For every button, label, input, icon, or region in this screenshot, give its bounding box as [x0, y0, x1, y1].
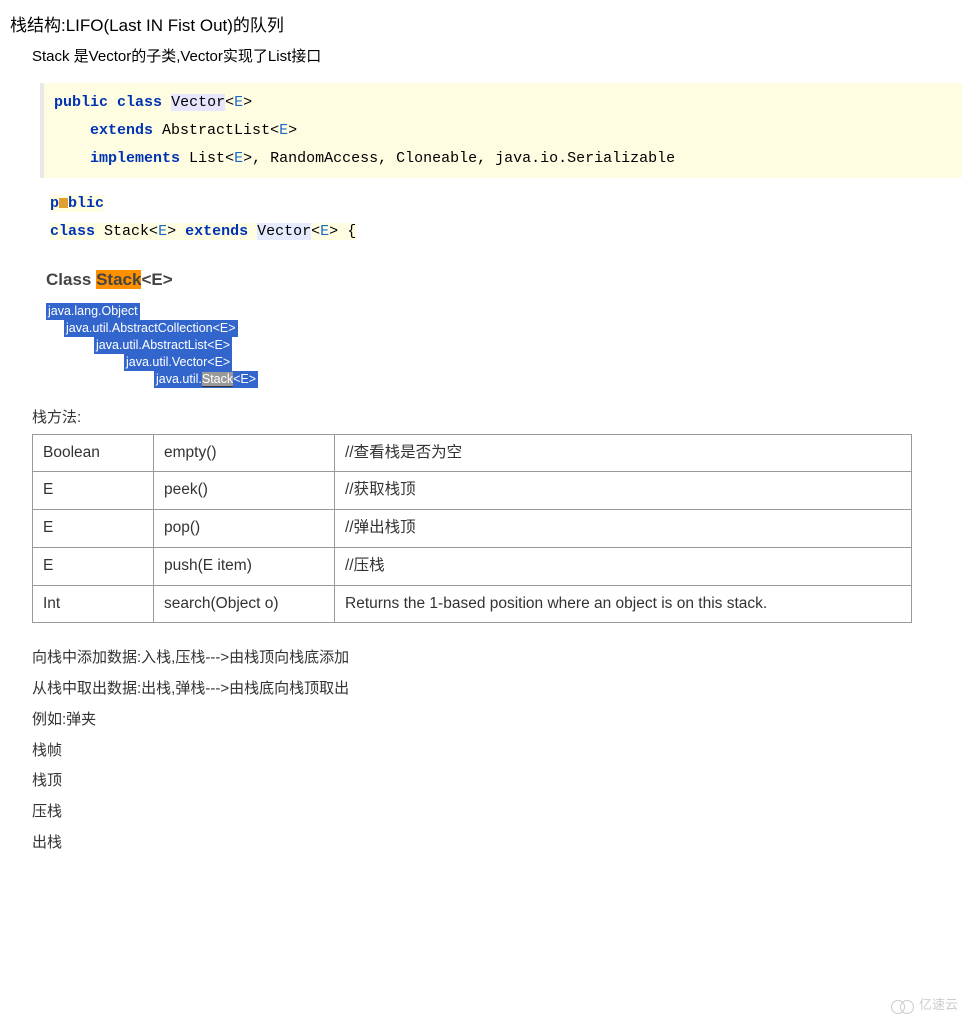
subheading: Stack 是Vector的子类,Vector实现了List接口: [32, 45, 962, 69]
kw-public: public: [54, 94, 108, 111]
type-vector2: Vector: [257, 223, 311, 240]
note-line: 出栈: [32, 828, 962, 859]
table-row: Intsearch(Object o)Returns the 1-based p…: [33, 585, 912, 623]
methods-label: 栈方法:: [32, 406, 962, 430]
note-line: 压栈: [32, 797, 962, 828]
table-row: Booleanempty()//查看栈是否为空: [33, 434, 912, 472]
code-block-vector: public class Vector<E> extends AbstractL…: [40, 83, 962, 178]
table-cell: //获取栈顶: [335, 472, 912, 510]
type-vector: Vector: [171, 94, 225, 111]
table-row: Epop()//弹出栈顶: [33, 510, 912, 548]
notes-block: 向栈中添加数据:入栈,压栈--->由栈顶向栈底添加从栈中取出数据:出栈,弹栈--…: [32, 643, 962, 858]
table-cell: empty(): [154, 434, 335, 472]
table-cell: //压栈: [335, 547, 912, 585]
generic-e: E: [279, 122, 288, 139]
kw-public2: p: [50, 195, 59, 212]
generic-e: E: [234, 94, 243, 111]
methods-table: Booleanempty()//查看栈是否为空Epeek()//获取栈顶Epop…: [32, 434, 912, 624]
hierarchy-vector: java.util.Vector<E>: [124, 354, 232, 371]
note-line: 栈顶: [32, 766, 962, 797]
table-cell: search(Object o): [154, 585, 335, 623]
note-line: 从栈中取出数据:出栈,弹栈--->由栈底向栈顶取出: [32, 674, 962, 705]
code-block-stack: pblic class Stack<E> extends Vector<E> {: [40, 184, 962, 252]
generic-e2: E: [158, 223, 167, 240]
kw-implements: implements: [90, 150, 180, 167]
hierarchy-stack: java.util.Stack<E>: [154, 371, 258, 388]
table-cell: push(E item): [154, 547, 335, 585]
class-hierarchy: java.lang.Object java.util.AbstractColle…: [46, 303, 962, 387]
hierarchy-object: java.lang.Object: [46, 303, 140, 320]
watermark: 亿速云: [891, 995, 958, 1016]
kw-extends2: extends: [185, 223, 248, 240]
table-cell: E: [33, 510, 154, 548]
heading: 栈结构:LIFO(Last IN Fist Out)的队列: [10, 12, 962, 39]
note-line: 例如:弹夹: [32, 705, 962, 736]
type-stack: Stack: [104, 223, 149, 240]
generic-e: E: [234, 150, 243, 167]
kw-extends: extends: [90, 122, 153, 139]
class-title: Class Stack<E>: [46, 266, 962, 293]
watermark-text: 亿速云: [919, 995, 958, 1016]
stack-highlight: Stack: [96, 270, 141, 289]
table-cell: //弹出栈顶: [335, 510, 912, 548]
table-cell: Boolean: [33, 434, 154, 472]
note-line: 向栈中添加数据:入栈,压栈--->由栈顶向栈底添加: [32, 643, 962, 674]
generic-e3: E: [320, 223, 329, 240]
table-cell: peek(): [154, 472, 335, 510]
type-abstractlist: AbstractList: [162, 122, 270, 139]
kw-class: class: [117, 94, 162, 111]
table-cell: Returns the 1-based position where an ob…: [335, 585, 912, 623]
hierarchy-abslist: java.util.AbstractList<E>: [94, 337, 232, 354]
table-cell: Int: [33, 585, 154, 623]
bookmark-icon: [59, 198, 68, 208]
hierarchy-abscoll: java.util.AbstractCollection<E>: [64, 320, 238, 337]
table-row: Epush(E item)//压栈: [33, 547, 912, 585]
table-cell: E: [33, 547, 154, 585]
note-line: 栈帧: [32, 736, 962, 767]
type-list: List: [189, 150, 225, 167]
table-cell: //查看栈是否为空: [335, 434, 912, 472]
kw-class2: class: [50, 223, 95, 240]
brace: {: [338, 223, 356, 240]
kw-public2b: blic: [68, 195, 104, 212]
table-cell: E: [33, 472, 154, 510]
table-cell: pop(): [154, 510, 335, 548]
code-rest: , RandomAccess, Cloneable, java.io.Seria…: [252, 150, 675, 167]
table-row: Epeek()//获取栈顶: [33, 472, 912, 510]
